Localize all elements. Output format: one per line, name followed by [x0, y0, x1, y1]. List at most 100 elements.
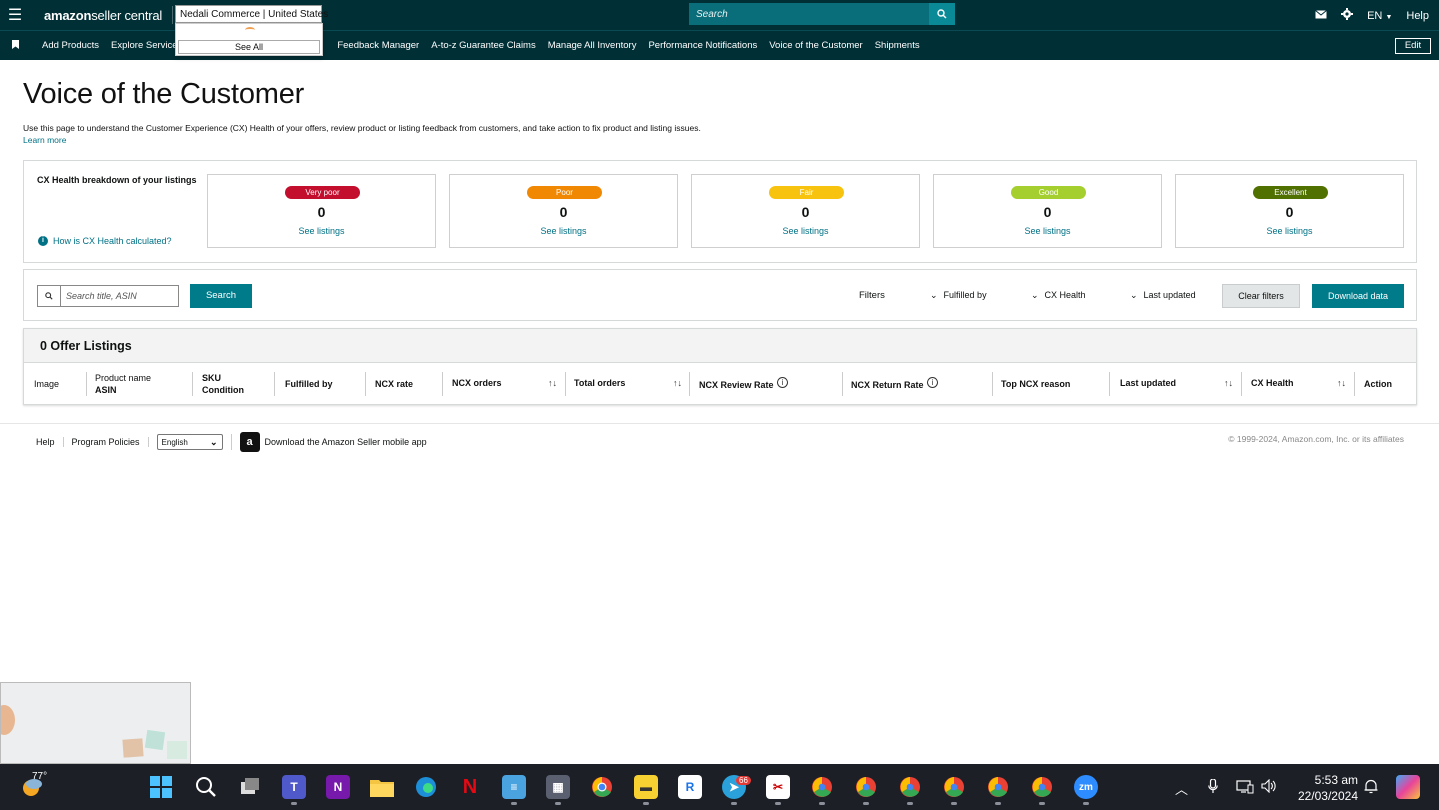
- see-listings-poor[interactable]: See listings: [450, 226, 677, 236]
- cx-card-very-poor: Very poor 0 See listings: [207, 174, 436, 248]
- windows-start-icon[interactable]: [149, 775, 173, 799]
- edge-browser-icon[interactable]: [414, 775, 438, 799]
- info-icon[interactable]: i: [927, 377, 938, 388]
- nav-feedback-manager[interactable]: Feedback Manager: [337, 40, 419, 51]
- teams-icon[interactable]: T: [282, 775, 306, 799]
- cx-health-panel: CX Health breakdown of your listings i H…: [23, 160, 1417, 263]
- nav-explore-services[interactable]: Explore Services: [111, 40, 182, 51]
- col-top-ncx-reason: Top NCX reason: [1001, 379, 1071, 389]
- chrome-profile-icon[interactable]: [854, 775, 878, 799]
- cx-health-dropdown[interactable]: ⌄ CX Health: [1031, 290, 1086, 301]
- calculator-icon[interactable]: ▦: [546, 775, 570, 799]
- chrome-profile-icon[interactable]: [1030, 775, 1054, 799]
- sort-total-orders-icon[interactable]: ↑↓: [673, 378, 682, 388]
- download-data-button[interactable]: Download data: [1312, 284, 1404, 308]
- global-search-input[interactable]: Search: [689, 3, 929, 25]
- language-label: EN: [1367, 9, 1383, 22]
- fulfilled-by-dropdown[interactable]: ⌄ Fulfilled by: [930, 290, 987, 301]
- sort-cx-health-icon[interactable]: ↑↓: [1337, 378, 1346, 388]
- show-hidden-icons-chevron-icon[interactable]: ︿: [1175, 779, 1188, 798]
- menu-icon[interactable]: ☰: [0, 0, 30, 31]
- video-thumbnail-overlay[interactable]: [0, 682, 191, 764]
- cx-card-fair: Fair 0 See listings: [691, 174, 920, 248]
- copilot-icon[interactable]: [1396, 775, 1420, 799]
- language-selector[interactable]: EN ▼: [1367, 10, 1392, 22]
- sort-ncx-orders-icon[interactable]: ↑↓: [548, 378, 557, 388]
- listing-search-input[interactable]: Search title, ASIN: [61, 286, 137, 306]
- col-cx-health: CX Health: [1251, 378, 1294, 388]
- bookmark-icon[interactable]: [0, 39, 30, 52]
- chrome-profile-icon[interactable]: [986, 775, 1010, 799]
- col-condition: Condition: [202, 385, 244, 395]
- microphone-icon[interactable]: [1208, 778, 1218, 797]
- volume-icon[interactable]: [1261, 778, 1277, 796]
- search-icon: [38, 286, 61, 306]
- see-listings-fair[interactable]: See listings: [692, 226, 919, 236]
- nav-manage-inventory[interactable]: Manage All Inventory: [548, 40, 637, 51]
- taskbar-search-icon[interactable]: [194, 775, 218, 799]
- chrome-profile-icon[interactable]: [898, 775, 922, 799]
- listing-search-field[interactable]: Search title, ASIN: [37, 285, 179, 307]
- nav-performance-notifications[interactable]: Performance Notifications: [648, 40, 757, 51]
- chrome-profile-icon[interactable]: [810, 775, 834, 799]
- footer-program-policies-link[interactable]: Program Policies: [64, 437, 149, 447]
- nav-edit-button[interactable]: Edit: [1395, 38, 1431, 54]
- cx-card-poor: Poor 0 See listings: [449, 174, 678, 248]
- filters-label: Filters: [859, 290, 885, 301]
- account-switcher[interactable]: Nedali Commerce | United States: [175, 5, 328, 23]
- cx-badge-good: Good: [1011, 186, 1086, 199]
- nav-shipments[interactable]: Shipments: [875, 40, 920, 51]
- nav-a-to-z-claims[interactable]: A-to-z Guarantee Claims: [431, 40, 536, 51]
- settings-gear-icon[interactable]: [1341, 8, 1354, 23]
- last-updated-dropdown[interactable]: ⌄ Last updated: [1130, 290, 1196, 301]
- chrome-icon[interactable]: [590, 775, 614, 799]
- mail-icon[interactable]: [1315, 9, 1327, 22]
- cx-card-good: Good 0 See listings: [933, 174, 1162, 248]
- zoom-icon[interactable]: zm: [1074, 775, 1098, 799]
- cx-count-fair: 0: [801, 204, 810, 220]
- cx-count-poor: 0: [559, 204, 568, 220]
- footer-help-link[interactable]: Help: [36, 437, 64, 447]
- ringcentral-icon[interactable]: R: [678, 775, 702, 799]
- info-icon: i: [38, 236, 48, 246]
- clear-filters-button[interactable]: Clear filters: [1222, 284, 1300, 308]
- col-image: Image: [34, 379, 60, 389]
- snipping-tool-icon[interactable]: ✂: [766, 775, 790, 799]
- listing-search-button[interactable]: Search: [190, 284, 252, 308]
- footer-language-select[interactable]: English ⌄: [156, 434, 223, 450]
- see-listings-excellent[interactable]: See listings: [1176, 226, 1403, 236]
- netflix-icon[interactable]: N: [458, 775, 482, 799]
- weather-temperature: 77°: [32, 771, 48, 782]
- cx-badge-excellent: Excellent: [1253, 186, 1328, 199]
- taskbar-clock[interactable]: 5:53 am 22/03/2024: [1290, 772, 1358, 804]
- file-explorer-icon[interactable]: [370, 775, 394, 799]
- amazon-app-icon[interactable]: a: [239, 432, 260, 452]
- onenote-icon[interactable]: N: [326, 775, 350, 799]
- chrome-profile-icon[interactable]: [942, 775, 966, 799]
- col-product-name: Product name: [95, 373, 152, 383]
- notepad-icon[interactable]: ≡: [502, 775, 526, 799]
- footer-app-link[interactable]: Download the Amazon Seller mobile app: [265, 437, 427, 447]
- see-all-button[interactable]: See All: [178, 40, 320, 54]
- see-listings-good[interactable]: See listings: [934, 226, 1161, 236]
- thumbnail-note-image: [167, 741, 187, 759]
- task-view-icon[interactable]: [238, 775, 262, 799]
- info-icon[interactable]: i: [777, 377, 788, 388]
- cx-badge-fair: Fair: [769, 186, 844, 199]
- nav-voice-of-customer[interactable]: Voice of the Customer: [769, 40, 862, 51]
- global-search-button[interactable]: [929, 3, 955, 25]
- telegram-badge: 66: [736, 776, 751, 785]
- notification-bell-icon[interactable]: [1364, 779, 1378, 797]
- thumbnail-note-image: [122, 738, 144, 758]
- learn-more-link[interactable]: Learn more: [23, 135, 66, 145]
- nav-add-products[interactable]: Add Products: [42, 40, 99, 51]
- fulfilled-by-label: Fulfilled by: [943, 290, 987, 300]
- see-listings-very-poor[interactable]: See listings: [208, 226, 435, 236]
- network-icon[interactable]: [1236, 779, 1254, 797]
- help-link[interactable]: Help: [1406, 10, 1429, 22]
- footer-language-value: English: [161, 437, 188, 447]
- cx-health-how-link[interactable]: i How is CX Health calculated?: [38, 236, 172, 246]
- sticky-notes-icon[interactable]: ▬: [634, 775, 658, 799]
- sort-last-updated-icon[interactable]: ↑↓: [1224, 378, 1233, 388]
- seller-central-logo[interactable]: amazon seller central: [30, 6, 174, 24]
